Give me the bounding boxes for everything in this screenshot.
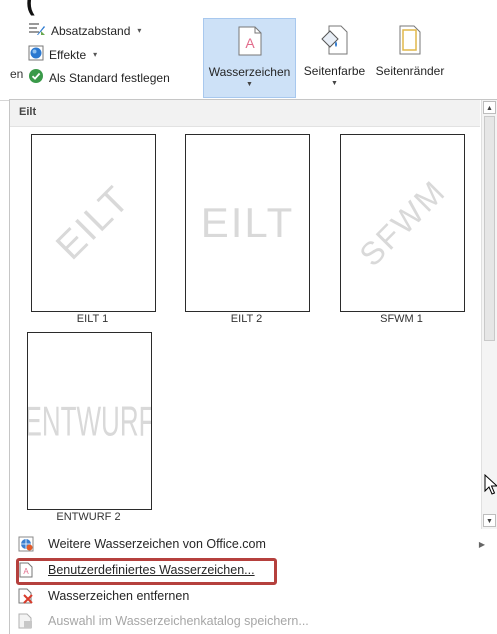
chevron-down-icon: ▼ xyxy=(331,80,338,87)
effects-label: Effekte xyxy=(49,47,87,62)
submenu-arrow-icon: ▶ xyxy=(478,539,485,549)
save-selection-menu-item[interactable]: Auswahl im Wasserzeichenkatalog speicher… xyxy=(10,609,495,633)
effects-button[interactable]: Effekte ▾ xyxy=(28,45,97,64)
page-color-icon xyxy=(320,25,350,58)
effects-icon xyxy=(28,45,44,64)
watermark-menu: Weitere Wasserzeichen von Office.com ▶ A… xyxy=(9,529,497,634)
watermark-preview-text: SFWM xyxy=(352,172,453,273)
watermark-button[interactable]: A Wasserzeichen ▼ xyxy=(203,18,296,98)
watermark-thumbnail-sfwm-1[interactable]: SFWM xyxy=(340,134,465,312)
paragraph-spacing-button[interactable]: Absatzabstand ▾ xyxy=(28,22,141,39)
page-borders-icon xyxy=(398,25,422,58)
thumbnail-label: ENTWURF 2 xyxy=(56,511,121,523)
page-color-button[interactable]: Seitenfarbe ▼ xyxy=(297,18,372,96)
gallery-section-header: Eilt xyxy=(10,100,480,127)
watermark-thumbnail-eilt-1[interactable]: EILT xyxy=(31,134,156,312)
thumbnail-label: SFWM 1 xyxy=(380,313,423,325)
cut-off-label: en xyxy=(10,67,24,81)
menu-item-label: Wasserzeichen entfernen xyxy=(48,589,190,603)
watermark-thumbnail-eilt-2[interactable]: EILT xyxy=(185,134,310,312)
section-header-label: Eilt xyxy=(19,106,37,118)
mouse-cursor-icon xyxy=(484,473,497,499)
ribbon: ( en Absatzabstand ▾ Effekte ▾ Als Stand… xyxy=(0,0,497,101)
checkmark-circle-icon xyxy=(28,68,44,87)
page-borders-label: Seitenränder xyxy=(375,64,445,78)
watermark-preview-text: ENTWURF xyxy=(27,396,152,445)
scrollbar-thumb[interactable] xyxy=(484,116,495,341)
menu-item-label: Weitere Wasserzeichen von Office.com xyxy=(48,537,266,551)
watermark-gallery: Eilt EILT EILT 1 EILT EILT 2 SFWM SFWM 1… xyxy=(9,99,497,531)
paragraph-spacing-label: Absatzabstand xyxy=(51,23,131,38)
set-default-button[interactable]: Als Standard festlegen xyxy=(28,68,170,87)
watermark-icon: A xyxy=(237,26,263,59)
menu-item-label: Auswahl im Wasserzeichenkatalog speicher… xyxy=(48,614,309,628)
highlight-annotation-box xyxy=(16,558,277,585)
chevron-down-icon: ▼ xyxy=(246,81,253,88)
scroll-down-icon[interactable]: ▼ xyxy=(483,514,496,527)
watermark-label: Wasserzeichen xyxy=(208,65,291,79)
thumbnail-label: EILT 2 xyxy=(230,313,263,325)
remove-watermark-menu-item[interactable]: Wasserzeichen entfernen xyxy=(10,584,495,608)
chevron-down-icon: ▾ xyxy=(93,50,98,59)
office-globe-icon xyxy=(18,536,34,552)
page-borders-button[interactable]: Seitenränder xyxy=(370,18,450,96)
partial-heading: ( xyxy=(26,0,36,16)
more-watermarks-menu-item[interactable]: Weitere Wasserzeichen von Office.com ▶ xyxy=(10,532,495,556)
watermark-preview-text: EILT xyxy=(48,177,139,268)
scroll-up-icon[interactable]: ▲ xyxy=(483,101,496,114)
thumbnail-label: EILT 1 xyxy=(76,313,109,325)
remove-watermark-icon xyxy=(18,588,34,604)
paragraph-spacing-icon xyxy=(28,22,46,39)
watermark-preview-text: EILT xyxy=(200,199,295,246)
watermark-thumbnail-entwurf-2[interactable]: ENTWURF xyxy=(27,332,152,510)
save-selection-icon xyxy=(18,613,34,629)
page-color-label: Seitenfarbe xyxy=(303,64,366,78)
svg-text:A: A xyxy=(245,35,255,51)
chevron-down-icon: ▾ xyxy=(137,26,142,35)
set-default-label: Als Standard festlegen xyxy=(49,70,170,85)
gallery-scrollbar[interactable]: ▲ ▼ xyxy=(481,100,497,530)
